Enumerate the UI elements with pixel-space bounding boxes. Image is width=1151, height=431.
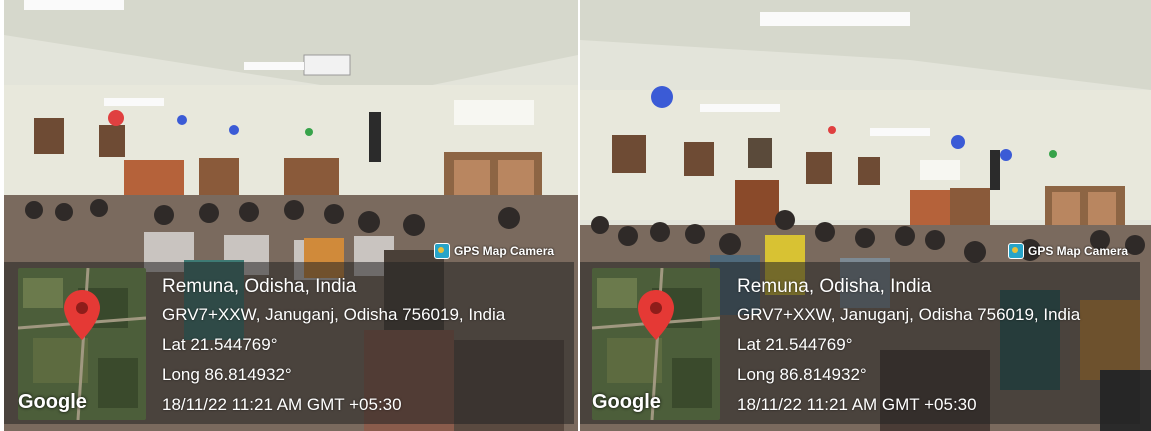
longitude-text: Long 86.814932°: [162, 365, 292, 384]
location-map-thumbnail: Google: [592, 268, 720, 420]
location-info: Remuna, Odisha, India GRV7+XXW, Januganj…: [162, 276, 505, 425]
latitude-text: Lat 21.544769°: [737, 335, 853, 354]
place-name: Remuna, Odisha, India: [737, 276, 932, 297]
longitude-text: Long 86.814932°: [737, 365, 867, 384]
address-text: GRV7+XXW, Januganj, Odisha 756019, India: [162, 305, 506, 324]
address-text: GRV7+XXW, Januganj, Odisha 756019, India: [737, 305, 1081, 324]
datetime-text: 18/11/22 11:21 AM GMT +05:30: [737, 395, 977, 414]
camera-label-text: GPS Map Camera: [454, 244, 555, 258]
classroom-photo-left: GPS Map Camera Google Remuna, Odisha, In…: [4, 0, 578, 431]
gps-camera-icon: [1008, 243, 1024, 259]
latitude-text: Lat 21.544769°: [162, 335, 278, 354]
camera-label-text: GPS Map Camera: [1028, 244, 1129, 258]
location-info: Remuna, Odisha, India GRV7+XXW, Januganj…: [737, 276, 1080, 425]
datetime-text: 18/11/22 11:21 AM GMT +05:30: [162, 395, 402, 414]
google-logo: Google: [592, 391, 661, 413]
gps-camera-icon: [434, 243, 450, 259]
classroom-photo-right: GPS Map Camera Google Remuna, Odisha, In…: [580, 0, 1151, 431]
google-logo: Google: [18, 391, 87, 413]
gps-camera-label: GPS Map Camera: [434, 243, 554, 259]
gps-camera-label: GPS Map Camera: [1008, 243, 1128, 259]
place-name: Remuna, Odisha, India: [162, 276, 357, 297]
location-map-thumbnail: Google: [18, 268, 146, 420]
